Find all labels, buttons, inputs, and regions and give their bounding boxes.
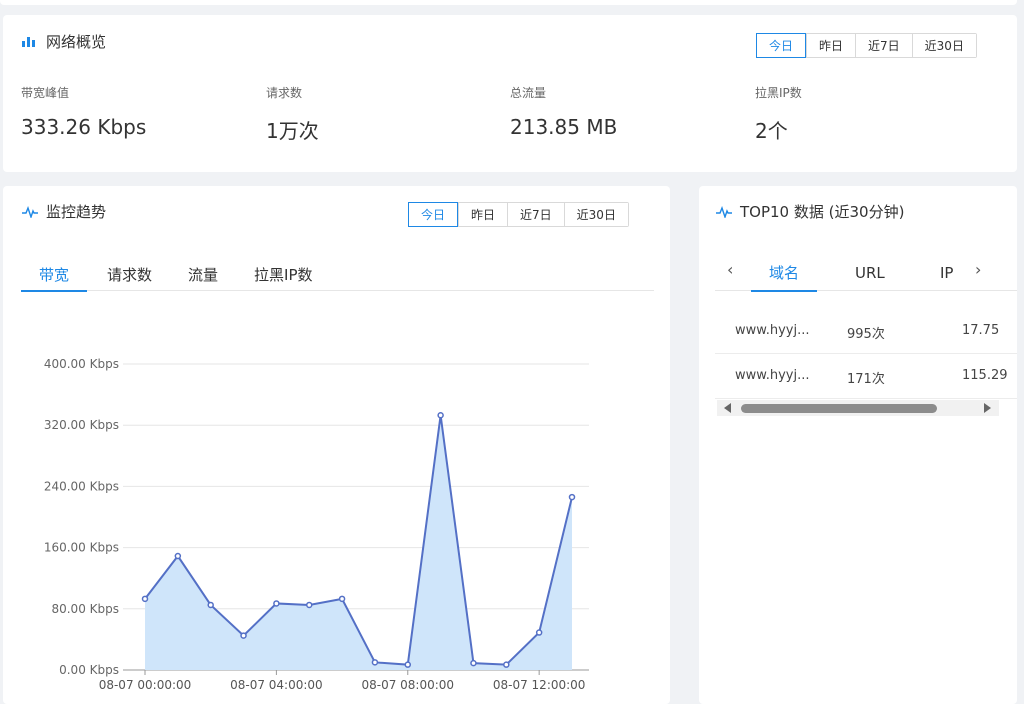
scroll-right-icon[interactable]: [984, 403, 991, 413]
data-point: [437, 412, 444, 419]
data-point: [404, 661, 412, 668]
monitor-trend-card: 监控趋势 今日 昨日 近7日 近30日 带宽 请求数 流量 拉黑IP数 0.00 Kbps 8…: [3, 186, 670, 704]
tab-metric-0[interactable]: 带宽: [21, 258, 88, 292]
row-count: 171次: [847, 372, 885, 387]
bar-chart-icon: [22, 35, 38, 49]
scrollbar-thumb[interactable]: [741, 404, 937, 413]
data-point: [371, 659, 379, 666]
stat-label: 请求数: [266, 86, 303, 100]
tab-metric-1[interactable]: 请求数: [89, 258, 170, 291]
data-point: [338, 595, 346, 603]
data-point: [535, 629, 543, 636]
stat-value: 333.26 Kbps: [21, 115, 147, 139]
overview-range-selector: 今日 昨日 近7日 近30日: [756, 33, 977, 58]
stat-label: 拉黑IP数: [755, 86, 802, 100]
trend-range-1[interactable]: 昨日: [458, 203, 508, 226]
tab-metric-2[interactable]: 流量: [170, 258, 236, 291]
chevron-left-icon[interactable]: ‹: [727, 260, 733, 279]
tab-ip[interactable]: IP: [940, 254, 953, 291]
top-strip: [0, 0, 1017, 5]
bandwidth-chart: 0.00 Kbps 80.00 Kbps 160.00 Kbps 240.00 Kbp…: [44, 357, 589, 692]
stat-value: 2个: [755, 119, 788, 143]
x-tick-label: 08-07 12:00:00: [493, 678, 586, 692]
table-row: www.hyyj... 995次 17.75: [715, 309, 1017, 354]
tab-metric-3[interactable]: 拉黑IP数: [236, 258, 330, 291]
data-point: [470, 659, 477, 667]
overview-title-text: 网络概览: [46, 33, 107, 51]
overview-range-1[interactable]: 昨日: [806, 34, 856, 57]
data-point: [273, 600, 280, 607]
stat-label: 带宽峰值: [21, 86, 70, 100]
pulse-icon: [716, 205, 732, 219]
trend-range-selector: 今日 昨日 近7日 近30日: [408, 202, 629, 227]
overview-title: 网络概览: [22, 31, 106, 52]
row-traffic: 115.29: [962, 368, 1008, 383]
trend-title-text: 监控趋势: [46, 203, 107, 221]
stat-value: 213.85 MB: [510, 115, 618, 139]
tab-domain[interactable]: 域名: [751, 254, 818, 292]
data-point: [174, 552, 182, 560]
top10-title: TOP10 数据 (近30分钟): [716, 201, 904, 222]
data-point: [141, 595, 149, 603]
data-point: [568, 493, 576, 501]
row-domain: www.hyyj...: [735, 323, 810, 338]
scroll-left-icon[interactable]: [724, 403, 731, 413]
overview-range-2[interactable]: 近7日: [855, 34, 912, 57]
y-tick-label: 400.00 Kbps: [44, 357, 119, 371]
x-tick-label: 08-07 08:00:00: [361, 678, 454, 692]
stat-bandwidth-peak: 带宽峰值 333.26 Kbps: [21, 84, 146, 139]
network-overview-card: 网络概览 今日 昨日 近7日 近30日 带宽峰值 333.26 Kbps 请求数 1万…: [3, 15, 1017, 172]
y-tick-label: 320.00 Kbps: [44, 418, 119, 432]
y-tick-label: 160.00 Kbps: [44, 541, 119, 555]
tab-url[interactable]: URL: [855, 254, 885, 291]
y-tick-label: 0.00 Kbps: [59, 663, 119, 677]
y-tick-label: 240.00 Kbps: [44, 479, 119, 493]
horizontal-scrollbar[interactable]: [717, 400, 999, 416]
top10-tabs: ‹ 域名 URL IP ›: [715, 254, 1017, 292]
overview-range-0[interactable]: 今日: [756, 33, 807, 58]
data-point: [503, 661, 510, 668]
chevron-right-icon[interactable]: ›: [975, 260, 981, 279]
row-count: 995次: [847, 327, 885, 342]
data-point: [305, 601, 313, 609]
top10-title-text: TOP10 数据 (近30分钟): [740, 203, 905, 221]
stat-label: 总流量: [510, 86, 547, 100]
x-tick-label: 08-07 00:00:00: [99, 678, 192, 692]
pulse-icon: [22, 205, 38, 219]
data-point: [240, 632, 247, 639]
y-tick-label: 80.00 Kbps: [51, 602, 119, 616]
trend-metric-tabs: 带宽 请求数 流量 拉黑IP数: [21, 258, 654, 292]
data-point: [207, 601, 214, 609]
trend-title: 监控趋势: [22, 201, 106, 222]
stat-total-traffic: 总流量 213.85 MB: [510, 84, 617, 139]
x-tick-label: 08-07 04:00:00: [230, 678, 323, 692]
stat-requests: 请求数 1万次: [266, 84, 319, 144]
trend-range-0[interactable]: 今日: [408, 202, 459, 227]
row-domain: www.hyyj...: [735, 368, 810, 383]
top10-card: TOP10 数据 (近30分钟) ‹ 域名 URL IP › www.hyyj.…: [699, 186, 1017, 704]
overview-range-3[interactable]: 近30日: [911, 34, 976, 57]
stat-value: 1万次: [266, 119, 319, 143]
row-traffic: 17.75: [962, 323, 1000, 338]
trend-range-2[interactable]: 近7日: [507, 203, 564, 226]
trend-range-3[interactable]: 近30日: [563, 203, 628, 226]
stat-blocked-ips: 拉黑IP数 2个: [755, 84, 802, 144]
table-row: www.hyyj... 171次 115.29: [715, 354, 1017, 399]
